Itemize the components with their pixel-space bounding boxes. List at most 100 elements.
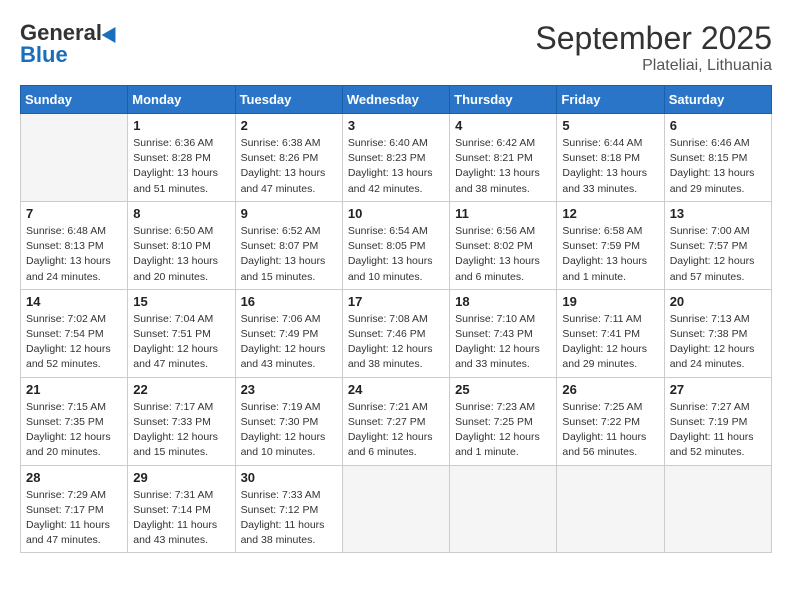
day-info: Sunrise: 6:42 AM Sunset: 8:21 PM Dayligh… (455, 136, 551, 197)
calendar-header-friday: Friday (557, 86, 664, 114)
day-info: Sunrise: 7:13 AM Sunset: 7:38 PM Dayligh… (670, 312, 766, 373)
day-info: Sunrise: 7:15 AM Sunset: 7:35 PM Dayligh… (26, 400, 122, 461)
calendar-week-row: 28Sunrise: 7:29 AM Sunset: 7:17 PM Dayli… (21, 465, 772, 553)
day-number: 18 (455, 294, 551, 309)
day-info: Sunrise: 6:40 AM Sunset: 8:23 PM Dayligh… (348, 136, 444, 197)
day-number: 26 (562, 382, 658, 397)
day-info: Sunrise: 7:21 AM Sunset: 7:27 PM Dayligh… (348, 400, 444, 461)
calendar-cell: 16 Sunrise: 7:06 AM Sunset: 7:49 PM Dayli… (235, 289, 342, 377)
day-number: 23 (241, 382, 337, 397)
day-info: Sunrise: 7:17 AM Sunset: 7:33 PM Dayligh… (133, 400, 229, 461)
day-info: Sunrise: 6:38 AM Sunset: 8:26 PM Dayligh… (241, 136, 337, 197)
day-number: 24 (348, 382, 444, 397)
day-number: 4 (455, 118, 551, 133)
calendar-cell: 21Sunrise: 7:15 AM Sunset: 7:35 PM Dayli… (21, 377, 128, 465)
day-info: Sunrise: 7:00 AM Sunset: 7:57 PM Dayligh… (670, 224, 766, 285)
logo: General Blue (20, 20, 120, 68)
day-info: Sunrise: 7:08 AM Sunset: 7:46 PM Dayligh… (348, 312, 444, 373)
day-number: 8 (133, 206, 229, 221)
calendar-cell (21, 114, 128, 202)
day-number: 7 (26, 206, 122, 221)
logo-blue-text: Blue (20, 42, 68, 68)
day-info: Sunrise: 6:36 AM Sunset: 8:28 PM Dayligh… (133, 136, 229, 197)
calendar-header-wednesday: Wednesday (342, 86, 449, 114)
day-number: 16 (241, 294, 337, 309)
calendar-cell: 7Sunrise: 6:48 AM Sunset: 8:13 PM Daylig… (21, 201, 128, 289)
day-number: 13 (670, 206, 766, 221)
calendar-cell: 18 Sunrise: 7:10 AM Sunset: 7:43 PM Dayli… (450, 289, 557, 377)
calendar-cell: 1Sunrise: 6:36 AM Sunset: 8:28 PM Daylig… (128, 114, 235, 202)
day-info: Sunrise: 6:46 AM Sunset: 8:15 PM Dayligh… (670, 136, 766, 197)
calendar-header-tuesday: Tuesday (235, 86, 342, 114)
calendar-header-sunday: Sunday (21, 86, 128, 114)
calendar-table: SundayMondayTuesdayWednesdayThursdayFrid… (20, 85, 772, 553)
day-number: 6 (670, 118, 766, 133)
day-number: 11 (455, 206, 551, 221)
calendar-cell (450, 465, 557, 553)
day-info: Sunrise: 7:10 AM Sunset: 7:43 PM Dayligh… (455, 312, 551, 373)
day-number: 14 (26, 294, 122, 309)
logo-icon (102, 23, 123, 43)
calendar-cell: 15 Sunrise: 7:04 AM Sunset: 7:51 PM Dayli… (128, 289, 235, 377)
page-header: General Blue September 2025 Plateliai, L… (20, 20, 772, 75)
calendar-cell (557, 465, 664, 553)
calendar-cell: 26Sunrise: 7:25 AM Sunset: 7:22 PM Dayli… (557, 377, 664, 465)
calendar-cell: 25 Sunrise: 7:23 AM Sunset: 7:25 PM Dayli… (450, 377, 557, 465)
day-number: 10 (348, 206, 444, 221)
day-number: 20 (670, 294, 766, 309)
calendar-cell: 5Sunrise: 6:44 AM Sunset: 8:18 PM Daylig… (557, 114, 664, 202)
calendar-cell: 28Sunrise: 7:29 AM Sunset: 7:17 PM Dayli… (21, 465, 128, 553)
day-info: Sunrise: 6:54 AM Sunset: 8:05 PM Dayligh… (348, 224, 444, 285)
calendar-cell: 11Sunrise: 6:56 AM Sunset: 8:02 PM Dayli… (450, 201, 557, 289)
calendar-cell: 23 Sunrise: 7:19 AM Sunset: 7:30 PM Dayli… (235, 377, 342, 465)
day-info: Sunrise: 7:04 AM Sunset: 7:51 PM Dayligh… (133, 312, 229, 373)
calendar-cell: 2 Sunrise: 6:38 AM Sunset: 8:26 PM Daylig… (235, 114, 342, 202)
calendar-cell: 12Sunrise: 6:58 AM Sunset: 7:59 PM Dayli… (557, 201, 664, 289)
day-info: Sunrise: 7:02 AM Sunset: 7:54 PM Dayligh… (26, 312, 122, 373)
day-number: 27 (670, 382, 766, 397)
calendar-cell: 6 Sunrise: 6:46 AM Sunset: 8:15 PM Daylig… (664, 114, 771, 202)
calendar-cell: 24 Sunrise: 7:21 AM Sunset: 7:27 PM Dayli… (342, 377, 449, 465)
day-number: 28 (26, 470, 122, 485)
calendar-cell: 3Sunrise: 6:40 AM Sunset: 8:23 PM Daylig… (342, 114, 449, 202)
calendar-cell: 19Sunrise: 7:11 AM Sunset: 7:41 PM Dayli… (557, 289, 664, 377)
day-number: 22 (133, 382, 229, 397)
calendar-cell: 10 Sunrise: 6:54 AM Sunset: 8:05 PM Dayli… (342, 201, 449, 289)
calendar-week-row: 21Sunrise: 7:15 AM Sunset: 7:35 PM Dayli… (21, 377, 772, 465)
calendar-header-saturday: Saturday (664, 86, 771, 114)
calendar-header-row: SundayMondayTuesdayWednesdayThursdayFrid… (21, 86, 772, 114)
calendar-week-row: 7Sunrise: 6:48 AM Sunset: 8:13 PM Daylig… (21, 201, 772, 289)
day-info: Sunrise: 7:27 AM Sunset: 7:19 PM Dayligh… (670, 400, 766, 461)
day-number: 5 (562, 118, 658, 133)
calendar-cell: 30 Sunrise: 7:33 AM Sunset: 7:12 PM Dayli… (235, 465, 342, 553)
calendar-cell: 29Sunrise: 7:31 AM Sunset: 7:14 PM Dayli… (128, 465, 235, 553)
calendar-week-row: 1Sunrise: 6:36 AM Sunset: 8:28 PM Daylig… (21, 114, 772, 202)
calendar-cell: 20 Sunrise: 7:13 AM Sunset: 7:38 PM Dayli… (664, 289, 771, 377)
calendar-cell: 14 Sunrise: 7:02 AM Sunset: 7:54 PM Dayli… (21, 289, 128, 377)
calendar-header-thursday: Thursday (450, 86, 557, 114)
day-info: Sunrise: 7:06 AM Sunset: 7:49 PM Dayligh… (241, 312, 337, 373)
day-info: Sunrise: 6:52 AM Sunset: 8:07 PM Dayligh… (241, 224, 337, 285)
day-info: Sunrise: 6:58 AM Sunset: 7:59 PM Dayligh… (562, 224, 658, 285)
calendar-week-row: 14 Sunrise: 7:02 AM Sunset: 7:54 PM Dayli… (21, 289, 772, 377)
title-block: September 2025 Plateliai, Lithuania (535, 20, 772, 75)
calendar-cell: 4 Sunrise: 6:42 AM Sunset: 8:21 PM Daylig… (450, 114, 557, 202)
day-number: 2 (241, 118, 337, 133)
calendar-cell (664, 465, 771, 553)
calendar-cell: 27 Sunrise: 7:27 AM Sunset: 7:19 PM Dayli… (664, 377, 771, 465)
location-subtitle: Plateliai, Lithuania (535, 57, 772, 75)
calendar-cell: 22 Sunrise: 7:17 AM Sunset: 7:33 PM Dayli… (128, 377, 235, 465)
calendar-cell (342, 465, 449, 553)
calendar-cell: 9Sunrise: 6:52 AM Sunset: 8:07 PM Daylig… (235, 201, 342, 289)
day-number: 25 (455, 382, 551, 397)
month-title: September 2025 (535, 20, 772, 57)
day-number: 15 (133, 294, 229, 309)
day-number: 19 (562, 294, 658, 309)
day-info: Sunrise: 7:33 AM Sunset: 7:12 PM Dayligh… (241, 488, 337, 549)
calendar-header-monday: Monday (128, 86, 235, 114)
day-info: Sunrise: 7:19 AM Sunset: 7:30 PM Dayligh… (241, 400, 337, 461)
day-info: Sunrise: 6:50 AM Sunset: 8:10 PM Dayligh… (133, 224, 229, 285)
day-info: Sunrise: 7:23 AM Sunset: 7:25 PM Dayligh… (455, 400, 551, 461)
calendar-cell: 17Sunrise: 7:08 AM Sunset: 7:46 PM Dayli… (342, 289, 449, 377)
day-number: 30 (241, 470, 337, 485)
